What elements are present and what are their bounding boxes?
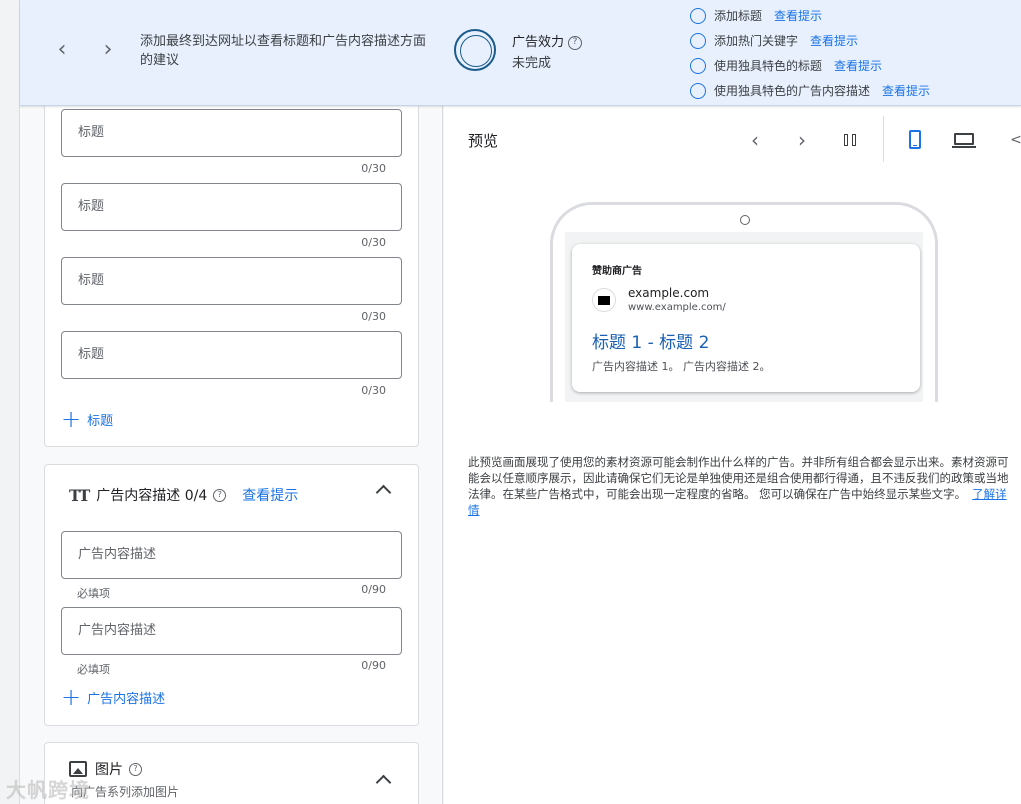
empty-circle-icon — [690, 82, 706, 99]
prev-preview-button[interactable]: ‹ — [743, 128, 767, 152]
share-button[interactable]: < — [1004, 128, 1021, 152]
desktop-view-button[interactable] — [952, 128, 976, 152]
checklist-item: 使用独具特色的广告内容描述 查看提示 — [690, 78, 930, 103]
preview-notice: 此预览画面展现了使用您的素材资源可能会制作出什么样的广告。并非所有组合都会显示出… — [468, 454, 1014, 518]
share-icon: < — [1010, 132, 1021, 148]
view-tips-link[interactable]: 查看提示 — [774, 7, 822, 24]
preview-panel: 预览 ‹ › < 赞助商广告 example.com www.example.c… — [444, 106, 1021, 804]
add-headline-button[interactable]: + 标题 — [61, 405, 114, 433]
headline-input[interactable]: 标题 — [61, 257, 402, 305]
pause-icon — [844, 134, 848, 146]
divider — [883, 116, 884, 162]
description-input[interactable]: 广告内容描述 — [61, 607, 402, 655]
headline-input[interactable]: 标题 — [61, 331, 402, 379]
tip-text: 添加最终到达网址以查看标题和广告内容描述方面的建议 — [140, 34, 427, 68]
next-preview-button[interactable]: › — [790, 128, 814, 152]
checklist-item: 添加热门关键字 查看提示 — [690, 28, 930, 53]
ad-strength-status: 未完成 — [512, 56, 552, 71]
add-description-button[interactable]: + 广告内容描述 — [61, 683, 166, 711]
collapse-chevron-icon[interactable] — [374, 481, 392, 499]
help-icon[interactable]: ? — [129, 762, 142, 776]
plus-icon: + — [61, 405, 82, 433]
pause-button[interactable] — [839, 128, 863, 152]
asset-editor-panel: 标题 0/30 标题 0/30 标题 0/30 标题 0/30 + 标题 TT … — [20, 106, 443, 804]
view-tips-link[interactable]: 查看提示 — [242, 485, 298, 505]
char-counter: 0/30 — [361, 162, 386, 175]
headlines-card: 标题 0/30 标题 0/30 标题 0/30 标题 0/30 + 标题 — [44, 106, 419, 447]
text-format-icon: TT — [69, 485, 90, 505]
empty-circle-icon — [690, 32, 706, 49]
checklist-item-label: 使用独具特色的标题 — [714, 59, 823, 73]
help-icon[interactable]: ? — [213, 488, 227, 502]
ad-description: 广告内容描述 1。 广告内容描述 2。 — [592, 360, 771, 373]
favicon-icon — [592, 288, 616, 312]
preview-notice-text: 此预览画面展现了使用您的素材资源可能会制作出什么样的广告。并非所有组合都会显示出… — [468, 455, 1009, 501]
ad-headline: 标题 1 - 标题 2 — [592, 333, 710, 353]
descriptions-card: TT 广告内容描述 0/4 ? 查看提示 广告内容描述 必填项 0/90 广告内… — [44, 464, 419, 726]
checklist-item-label: 添加标题 — [714, 9, 763, 23]
preview-title: 预览 — [468, 132, 499, 150]
headline-input[interactable]: 标题 — [61, 183, 402, 231]
ad-strength-label: 广告效力? — [512, 31, 583, 50]
phone-screen: 赞助商广告 example.com www.example.com/ 标题 1 … — [565, 232, 923, 402]
char-counter: 0/30 — [361, 310, 386, 323]
add-description-label: 广告内容描述 — [87, 691, 166, 707]
required-hint: 必填项 — [77, 663, 110, 676]
mobile-view-button[interactable] — [903, 128, 927, 152]
empty-circle-icon — [690, 57, 706, 74]
prev-tip-button[interactable]: ‹ — [50, 38, 74, 62]
view-tips-link[interactable]: 查看提示 — [882, 82, 930, 99]
required-hint: 必填项 — [77, 587, 110, 600]
smartphone-icon — [909, 130, 921, 149]
headline-input[interactable]: 标题 — [61, 109, 402, 157]
help-icon[interactable]: ? — [568, 35, 583, 50]
strength-checklist: 添加标题 查看提示 添加热门关键字 查看提示 使用独具特色的标题 查看提示 使用… — [690, 3, 930, 103]
ad-domain: example.com — [628, 286, 710, 300]
add-headline-label: 标题 — [87, 413, 114, 429]
checklist-item: 使用独具特色的标题 查看提示 — [690, 53, 930, 78]
char-counter: 0/90 — [361, 583, 386, 596]
next-tip-button[interactable]: › — [96, 38, 120, 62]
phone-mockup: 赞助商广告 example.com www.example.com/ 标题 1 … — [550, 202, 938, 402]
view-tips-link[interactable]: 查看提示 — [834, 57, 882, 74]
view-tips-link[interactable]: 查看提示 — [810, 32, 858, 49]
images-title: 图片 — [95, 762, 123, 778]
laptop-base — [952, 146, 976, 148]
ad-strength-ring-icon — [454, 29, 496, 71]
char-counter: 0/30 — [361, 236, 386, 249]
sponsored-label: 赞助商广告 — [592, 266, 642, 277]
laptop-icon — [954, 133, 974, 145]
descriptions-title: 广告内容描述 0/4 — [96, 488, 208, 504]
ad-preview-card: 赞助商广告 example.com www.example.com/ 标题 1 … — [572, 244, 920, 392]
descriptions-header: TT 广告内容描述 0/4 ? 查看提示 — [69, 485, 298, 505]
description-input[interactable]: 广告内容描述 — [61, 531, 402, 579]
checklist-item: 添加标题 查看提示 — [690, 3, 930, 28]
checklist-item-label: 使用独具特色的广告内容描述 — [714, 84, 871, 98]
camera-icon — [740, 215, 750, 225]
char-counter: 0/90 — [361, 659, 386, 672]
ad-strength-bar: ‹ › 添加最终到达网址以查看标题和广告内容描述方面的建议 广告效力? 未完成 … — [20, 0, 1021, 106]
pause-icon — [852, 134, 856, 146]
plus-icon: + — [61, 683, 82, 711]
collapse-chevron-icon[interactable] — [374, 771, 392, 789]
empty-circle-icon — [690, 7, 706, 24]
ad-strength-label-text: 广告效力 — [512, 35, 565, 50]
checklist-item-label: 添加热门关键字 — [714, 34, 799, 48]
left-rail — [0, 0, 20, 804]
char-counter: 0/30 — [361, 384, 386, 397]
images-card: 图片 ? 向广告系列添加图片 — [44, 742, 419, 804]
ad-display-url: www.example.com/ — [628, 302, 726, 313]
watermark: 大帆跨境 — [6, 778, 90, 802]
